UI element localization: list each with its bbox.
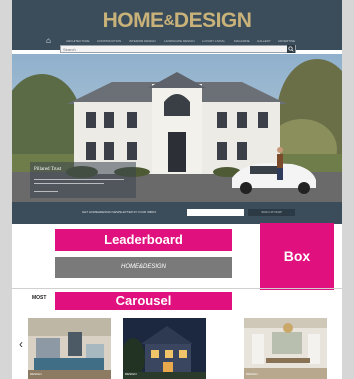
carousel-ad-slot[interactable]: Carousel xyxy=(55,292,232,310)
carousel-slide[interactable]: DESIGN xyxy=(28,318,111,379)
newsletter-email-input[interactable] xyxy=(187,209,244,216)
slide-caption: DESIGN xyxy=(30,372,42,376)
logo-ampersand: & xyxy=(163,12,175,29)
carousel-slide[interactable]: DESIGN xyxy=(244,318,327,379)
search-icon xyxy=(288,46,294,52)
nav-item-advertise[interactable]: ADVERTISE xyxy=(278,38,295,44)
nav-item-construction[interactable]: CONSTRUCTION xyxy=(97,38,121,44)
house-photo xyxy=(12,54,342,224)
carousel-slide[interactable]: DESIGN xyxy=(123,318,206,379)
hero-image[interactable]: Pillared Trust xyxy=(12,54,342,224)
home-icon[interactable]: ⌂ xyxy=(46,37,51,45)
dining-room-photo xyxy=(244,318,327,379)
hero-caption-text-line xyxy=(34,191,58,192)
logo-design: DESIGN xyxy=(173,9,252,32)
newsletter-signup-bar: GET HOME&DESIGN NEWSLETTER IN YOUR INBOX… xyxy=(12,202,342,224)
night-house-photo xyxy=(123,318,206,379)
search-button[interactable] xyxy=(287,45,295,53)
slide-caption: DESIGN xyxy=(125,372,137,376)
nav-item-architecture[interactable]: ARCHITECTURE xyxy=(66,38,90,44)
newsletter-signup-button[interactable]: SIGN UP NOW xyxy=(248,209,295,216)
home-design-banner[interactable]: HOME&DESIGN xyxy=(55,257,232,278)
box-ad-slot[interactable]: Box xyxy=(260,223,334,290)
site-header: HOME&DESIGN ⌂ ARCHITECTURE CONSTRUCTION … xyxy=(12,0,342,50)
page: HOME&DESIGN ⌂ ARCHITECTURE CONSTRUCTION … xyxy=(12,0,342,379)
nav-item-gallery[interactable]: GALLERY xyxy=(257,38,271,44)
newsletter-prompt: GET HOME&DESIGN NEWSLETTER IN YOUR INBOX xyxy=(82,210,157,214)
logo-home: HOME xyxy=(102,9,165,32)
living-room-photo xyxy=(28,318,111,379)
leaderboard-ad-slot[interactable]: Leaderboard xyxy=(55,229,232,251)
nav-item-interior-design[interactable]: INTERIOR DESIGN xyxy=(129,38,156,44)
hero-caption-title: Pillared Trust xyxy=(34,167,62,172)
search-input[interactable] xyxy=(63,46,283,52)
section-divider xyxy=(12,288,342,289)
hero-caption[interactable]: Pillared Trust xyxy=(30,162,136,198)
nav-item-landscape-design[interactable]: LANDSCAPE DESIGN xyxy=(164,38,195,44)
slide-caption: DESIGN xyxy=(246,372,258,376)
section-heading: MOST xyxy=(32,295,47,301)
hero-caption-text-line xyxy=(34,183,104,184)
carousel-prev-button[interactable]: ‹ xyxy=(16,337,26,351)
site-logo[interactable]: HOME&DESIGN xyxy=(12,9,342,33)
search-bar xyxy=(60,45,296,53)
nav-item-magazine[interactable]: MAGAZINE xyxy=(234,38,250,44)
hero-caption-text-line xyxy=(34,179,124,180)
carousel-next-button[interactable]: › xyxy=(340,337,342,351)
nav-item-luxury-living[interactable]: LUXURY LIVING xyxy=(202,38,225,44)
main-nav: ⌂ ARCHITECTURE CONSTRUCTION INTERIOR DES… xyxy=(12,37,342,45)
